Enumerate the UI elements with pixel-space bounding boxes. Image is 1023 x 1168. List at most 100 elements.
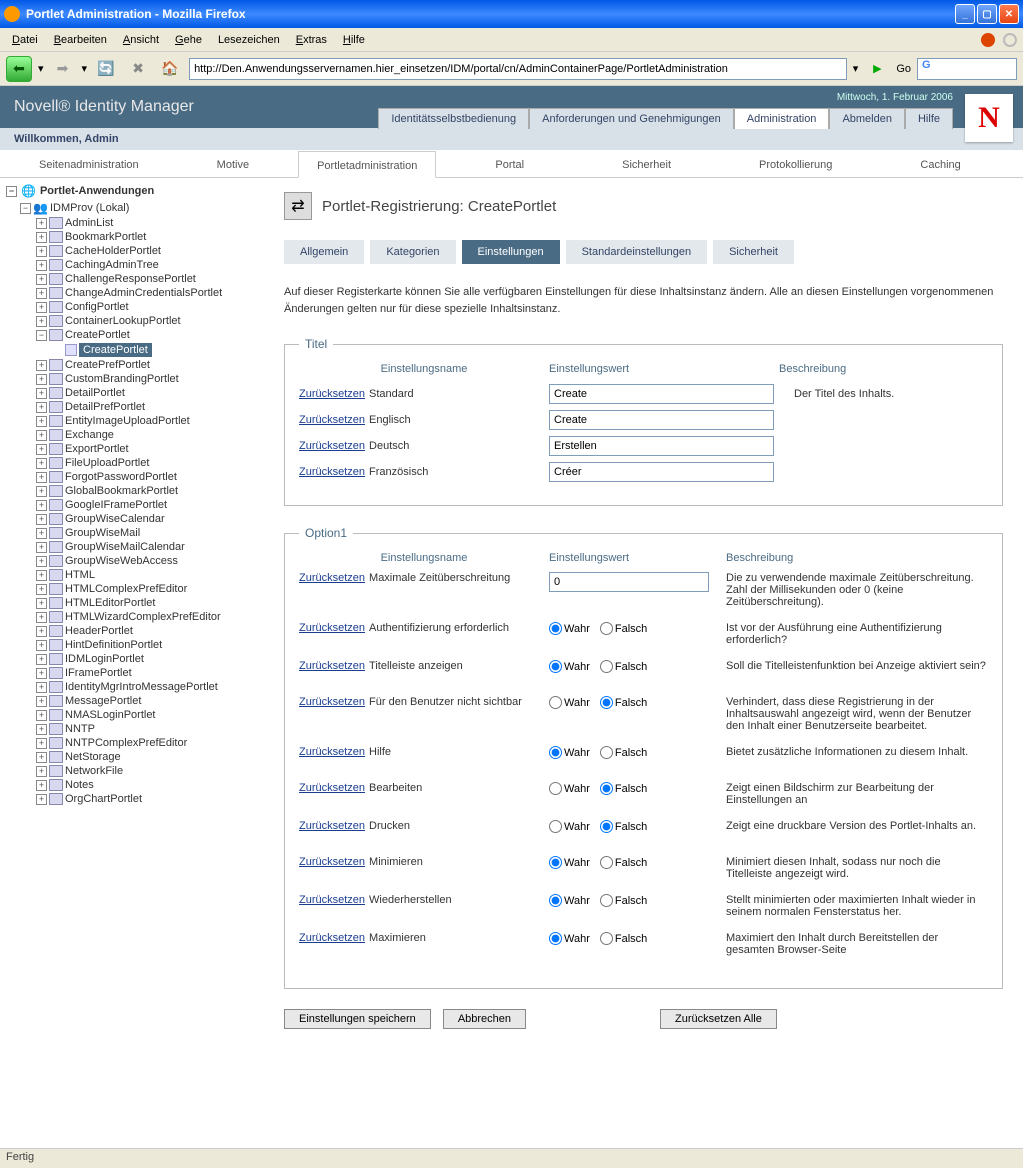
expand-icon[interactable]: + xyxy=(36,710,47,721)
adblock-icon[interactable] xyxy=(981,33,995,47)
back-dropdown[interactable]: ▾ xyxy=(38,62,44,75)
back-button[interactable] xyxy=(6,56,32,82)
tree-item[interactable]: + GroupWiseWebAccess xyxy=(4,554,260,568)
radio-falsch[interactable]: Falsch xyxy=(600,696,647,709)
maximize-button[interactable]: ▢ xyxy=(977,4,997,24)
expand-icon[interactable]: + xyxy=(36,598,47,609)
tab-identity[interactable]: Identitätsselbstbedienung xyxy=(378,108,529,129)
expand-icon[interactable]: + xyxy=(36,640,47,651)
save-button[interactable]: Einstellungen speichern xyxy=(284,1009,431,1029)
setting-input[interactable] xyxy=(549,572,709,592)
tree-item[interactable]: + OrgChartPortlet xyxy=(4,792,260,806)
tree-item[interactable]: + HTML xyxy=(4,568,260,582)
tree-item[interactable]: + CachingAdminTree xyxy=(4,258,260,272)
radio-wahr[interactable]: Wahr xyxy=(549,660,590,673)
tree-item[interactable]: + ChallengeResponsePortlet xyxy=(4,272,260,286)
reset-link[interactable]: Zurücksetzen xyxy=(299,660,365,672)
tree-item[interactable]: + HTMLComplexPrefEditor xyxy=(4,582,260,596)
tab-content-security[interactable]: Sicherheit xyxy=(713,240,794,264)
subnav-caching[interactable]: Caching xyxy=(901,150,979,177)
tree-item[interactable]: + HTMLWizardComplexPrefEditor xyxy=(4,610,260,624)
tree-item[interactable]: + NetStorage xyxy=(4,750,260,764)
expand-icon[interactable]: + xyxy=(36,682,47,693)
tree-item[interactable]: + IDMLoginPortlet xyxy=(4,652,260,666)
tree-item[interactable]: + CustomBrandingPortlet xyxy=(4,372,260,386)
expand-icon[interactable]: + xyxy=(36,668,47,679)
radio-falsch[interactable]: Falsch xyxy=(600,660,647,673)
tree-item[interactable]: + GroupWiseMailCalendar xyxy=(4,540,260,554)
menu-edit[interactable]: Bearbeiten xyxy=(48,32,113,48)
expand-icon[interactable]: + xyxy=(36,696,47,707)
radio-falsch[interactable]: Falsch xyxy=(600,932,647,945)
close-button[interactable]: ✕ xyxy=(999,4,1019,24)
reset-link[interactable]: Zurücksetzen xyxy=(299,894,365,906)
radio-falsch[interactable]: Falsch xyxy=(600,622,647,635)
forward-button[interactable] xyxy=(50,56,76,82)
radio-wahr[interactable]: Wahr xyxy=(549,782,590,795)
stop-button[interactable] xyxy=(125,56,151,82)
expand-icon[interactable]: + xyxy=(36,360,47,371)
expand-icon[interactable]: + xyxy=(36,444,47,455)
reload-button[interactable] xyxy=(93,56,119,82)
expand-icon[interactable]: + xyxy=(36,528,47,539)
expand-icon[interactable]: + xyxy=(36,416,47,427)
reset-link[interactable]: Zurücksetzen xyxy=(299,466,365,478)
tree-item[interactable]: + CreatePrefPortlet xyxy=(4,358,260,372)
tree-item[interactable]: + FileUploadPortlet xyxy=(4,456,260,470)
reset-link[interactable]: Zurücksetzen xyxy=(299,572,365,584)
reset-link[interactable]: Zurücksetzen xyxy=(299,746,365,758)
tab-help[interactable]: Hilfe xyxy=(905,108,953,129)
tree-item[interactable]: + HeaderPortlet xyxy=(4,624,260,638)
radio-falsch[interactable]: Falsch xyxy=(600,894,647,907)
tab-administration[interactable]: Administration xyxy=(734,108,830,129)
reset-link[interactable]: Zurücksetzen xyxy=(299,820,365,832)
tree-item[interactable]: + NMASLoginPortlet xyxy=(4,708,260,722)
reset-link[interactable]: Zurücksetzen xyxy=(299,440,365,452)
tree-item[interactable]: + BookmarkPortlet xyxy=(4,230,260,244)
reset-link[interactable]: Zurücksetzen xyxy=(299,622,365,634)
radio-falsch[interactable]: Falsch xyxy=(600,746,647,759)
tree-item[interactable]: + HintDefinitionPortlet xyxy=(4,638,260,652)
expand-icon[interactable]: + xyxy=(36,302,47,313)
expand-icon[interactable]: + xyxy=(36,542,47,553)
reset-link[interactable]: Zurücksetzen xyxy=(299,932,365,944)
tree-item[interactable]: − CreatePortlet xyxy=(4,328,260,342)
subnav-logging[interactable]: Protokollierung xyxy=(740,150,851,177)
tree-item[interactable]: + CacheHolderPortlet xyxy=(4,244,260,258)
radio-falsch[interactable]: Falsch xyxy=(600,856,647,869)
subnav-portal[interactable]: Portal xyxy=(476,150,543,177)
tree-item[interactable]: + NetworkFile xyxy=(4,764,260,778)
expand-icon[interactable]: + xyxy=(36,738,47,749)
reset-all-button[interactable]: Zurücksetzen Alle xyxy=(660,1009,777,1029)
radio-falsch[interactable]: Falsch xyxy=(600,782,647,795)
tree-item[interactable]: + ContainerLookupPortlet xyxy=(4,314,260,328)
expand-icon[interactable]: + xyxy=(36,402,47,413)
tree-item[interactable]: + Exchange xyxy=(4,428,260,442)
tree-item[interactable]: + DetailPrefPortlet xyxy=(4,400,260,414)
expand-icon[interactable]: + xyxy=(36,794,47,805)
expand-icon[interactable]: + xyxy=(36,752,47,763)
tree-item[interactable]: + DetailPortlet xyxy=(4,386,260,400)
expand-icon[interactable]: + xyxy=(36,288,47,299)
expand-icon[interactable]: + xyxy=(36,246,47,257)
reset-link[interactable]: Zurücksetzen xyxy=(299,782,365,794)
subnav-portlet[interactable]: Portletadministration xyxy=(298,151,436,178)
expand-icon[interactable]: + xyxy=(36,218,47,229)
tree-item[interactable]: + AdminList xyxy=(4,216,260,230)
menu-extras[interactable]: Extras xyxy=(290,32,333,48)
expand-icon[interactable]: + xyxy=(36,500,47,511)
search-box[interactable] xyxy=(917,58,1017,80)
setting-input[interactable] xyxy=(549,384,774,404)
reset-link[interactable]: Zurücksetzen xyxy=(299,696,365,708)
radio-wahr[interactable]: Wahr xyxy=(549,622,590,635)
expand-icon[interactable]: + xyxy=(36,654,47,665)
collapse-icon[interactable]: − xyxy=(20,203,31,214)
go-button[interactable] xyxy=(864,56,890,82)
tree-item[interactable]: + IdentityMgrIntroMessagePortlet xyxy=(4,680,260,694)
tree-item[interactable]: + IFramePortlet xyxy=(4,666,260,680)
reset-link[interactable]: Zurücksetzen xyxy=(299,856,365,868)
tree-item[interactable]: + ForgotPasswordPortlet xyxy=(4,470,260,484)
expand-icon[interactable]: + xyxy=(36,458,47,469)
tab-general[interactable]: Allgemein xyxy=(284,240,364,264)
tree-item[interactable]: + GroupWiseCalendar xyxy=(4,512,260,526)
